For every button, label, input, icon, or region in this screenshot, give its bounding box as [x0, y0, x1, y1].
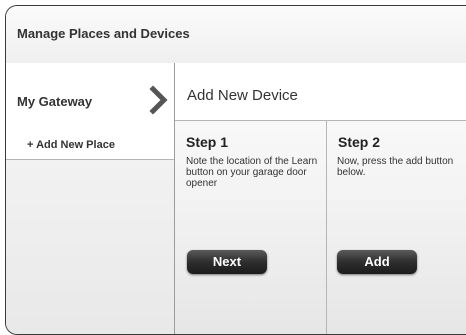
title-bar: Manage Places and Devices — [6, 6, 466, 64]
app-window: Manage Places and Devices My Gateway + A… — [5, 5, 466, 335]
page-title: Manage Places and Devices — [17, 26, 190, 41]
sidebar-item-my-gateway[interactable]: My Gateway — [6, 63, 174, 130]
add-button[interactable]: Add — [337, 250, 417, 274]
section-heading: Add New Device — [187, 87, 298, 104]
step-instructions-line: below. — [337, 167, 366, 178]
sidebar-item-label: My Gateway — [17, 94, 93, 109]
sidebar-item-add-new-place[interactable]: + Add New Place — [6, 129, 174, 160]
sidebar: My Gateway + Add New Place — [6, 63, 175, 334]
sidebar-item-label: + Add New Place — [27, 139, 115, 151]
step-title: Step 1 — [186, 134, 229, 150]
step-instructions: Now, press the add button below. — [337, 156, 466, 178]
next-button[interactable]: Next — [187, 250, 267, 274]
chevron-right-icon — [149, 85, 168, 115]
step-2-panel: Step 2 Now, press the add button below. … — [327, 120, 466, 334]
step-1-panel: Step 1 Note the location of the Learn bu… — [175, 120, 327, 334]
main-header: Add New Device — [175, 63, 466, 121]
main-panel: Add New Device Step 1 Note the location … — [175, 63, 466, 334]
step-instructions: Note the location of the Learn button on… — [186, 156, 318, 189]
step-title: Step 2 — [338, 134, 381, 150]
step-instructions-line: Now, press the add button — [337, 156, 454, 167]
